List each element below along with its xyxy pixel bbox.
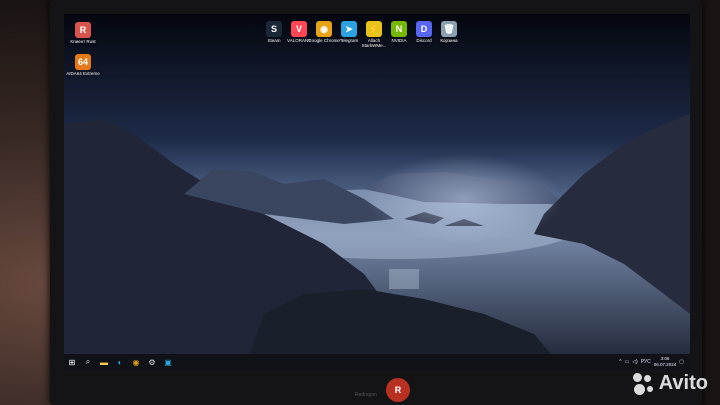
aida64-icon: 64	[75, 54, 91, 70]
store-icon: ▣	[164, 357, 172, 367]
windows-icon: ⊞	[68, 357, 76, 367]
monitor-brand: Redragon	[355, 392, 377, 398]
language-indicator[interactable]: РУС	[641, 359, 651, 365]
rust-client-icon: R	[75, 22, 91, 38]
search-icon: ⌕	[85, 357, 91, 366]
desktop-icon-aida64[interactable]: 64 AIDA64 Extreme	[66, 54, 100, 76]
folder-icon: ▬	[100, 357, 108, 367]
taskbar: ⊞ ⌕ ▬ ◐ ◉ ⚙ ▣ ^ ▭ ◁) РУС 3:06 06.07.2024…	[64, 354, 690, 370]
desktop-icon-label: AIDA64 Extreme	[66, 71, 100, 76]
edge-icon: ◐	[117, 357, 123, 367]
nvidia-icon: N	[391, 21, 407, 37]
chrome-icon: ◉	[316, 21, 332, 37]
chrome-icon: ◉	[132, 357, 140, 367]
steam-icon: S	[266, 21, 282, 37]
logo-glyph: R	[394, 385, 402, 395]
notification-icon[interactable]: ▢	[679, 359, 684, 365]
clock[interactable]: 3:06 06.07.2024	[654, 356, 677, 368]
desktop-icon-recycle-bin[interactable]: 🗑 Корзина	[432, 21, 466, 43]
volume-icon[interactable]: ◁)	[632, 359, 638, 365]
telegram-icon: ➤	[341, 21, 357, 37]
gear-icon: ⚙	[148, 357, 156, 367]
monitor-logo: R	[386, 378, 410, 402]
taskbar-settings[interactable]: ⚙	[144, 354, 160, 370]
chevron-up-icon[interactable]: ^	[619, 359, 621, 365]
start-button[interactable]: ⊞	[64, 354, 80, 370]
discord-icon: D	[416, 21, 432, 37]
recycle-bin-icon: 🗑	[441, 21, 457, 37]
network-icon[interactable]: ▭	[624, 359, 629, 365]
desktop-screen[interactable]: R Клиент Rust 64 AIDA64 Extreme S Steam …	[64, 14, 690, 370]
moon-glow	[364, 154, 564, 244]
clock-date: 06.07.2024	[653, 362, 677, 367]
allach-icon: ⚡	[366, 21, 382, 37]
avito-watermark: Avito	[632, 372, 708, 395]
avito-logo-icon	[632, 372, 655, 395]
avito-text: Avito	[658, 372, 708, 394]
taskbar-chrome[interactable]: ◉	[128, 354, 144, 370]
desktop-icon-label: Клиент Rust	[70, 39, 96, 44]
taskbar-store[interactable]: ▣	[160, 354, 176, 370]
desktop-icon-label: Корзина	[440, 38, 458, 43]
search-button[interactable]: ⌕	[80, 354, 96, 370]
desktop-icon-rust-client[interactable]: R Клиент Rust	[66, 22, 100, 44]
taskbar-edge[interactable]: ◐	[112, 354, 128, 370]
system-tray: ^ ▭ ◁) РУС 3:06 06.07.2024 ▢	[619, 354, 684, 370]
valorant-icon: V	[291, 21, 307, 37]
taskbar-explorer[interactable]: ▬	[96, 354, 112, 370]
